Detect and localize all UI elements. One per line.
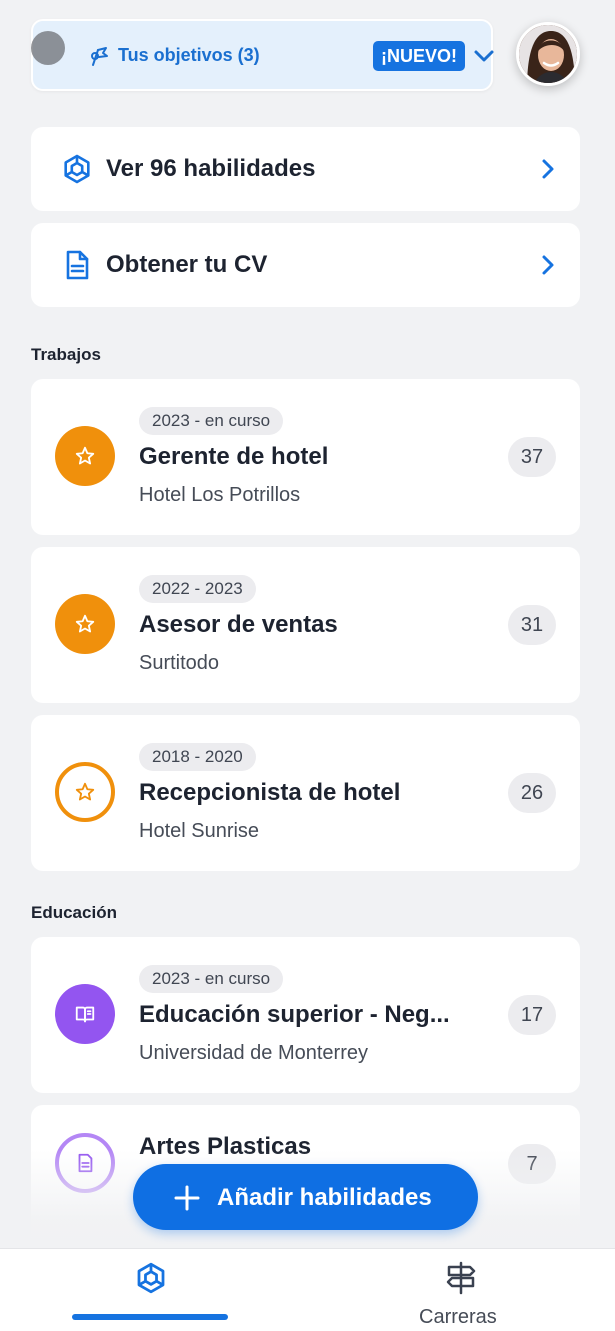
star-icon — [75, 446, 95, 465]
add-skills-button[interactable]: Añadir habilidades — [133, 1164, 478, 1230]
goals-banner[interactable]: Tus objetivos (3) ¡NUEVO! — [31, 19, 495, 91]
period-badge: 2023 - en curso — [139, 965, 284, 993]
job-badge — [55, 594, 115, 654]
active-tab-indicator — [72, 1314, 228, 1320]
skill-count: 17 — [508, 995, 556, 1035]
chevron-right-icon — [542, 159, 554, 179]
view-skills-label: Ver 96 habilidades — [106, 155, 316, 182]
job-badge — [55, 426, 115, 486]
chevron-right-icon — [542, 255, 554, 275]
period-badge: 2022 - 2023 — [139, 575, 256, 603]
add-skills-label: Añadir habilidades — [217, 1184, 432, 1211]
chevron-down-icon[interactable] — [473, 47, 495, 65]
job-card[interactable]: 2023 - en curso Gerente de hotel Hotel L… — [31, 379, 580, 535]
skill-count: 26 — [508, 773, 556, 813]
skill-count: 37 — [508, 437, 556, 477]
education-card[interactable]: 2023 - en curso Educación superior - Neg… — [31, 937, 580, 1093]
education-section-title: Educación — [31, 903, 117, 922]
job-card[interactable]: 2022 - 2023 Asesor de ventas Surtitodo 3… — [31, 547, 580, 703]
hexagon-skills-icon — [64, 154, 90, 184]
bottom-navigation: Carreras — [0, 1248, 615, 1331]
job-title: Recepcionista de hotel — [139, 779, 401, 806]
job-card[interactable]: 2018 - 2020 Recepcionista de hotel Hotel… — [31, 715, 580, 871]
education-badge — [55, 984, 115, 1044]
star-icon — [75, 782, 95, 801]
target-flag-icon — [91, 47, 108, 66]
get-cv-card[interactable]: Obtener tu CV — [31, 223, 580, 307]
jobs-section-title: Trabajos — [31, 345, 101, 364]
nav-careers-label[interactable]: Carreras — [419, 1306, 497, 1329]
avatar-portrait — [519, 25, 577, 83]
view-skills-card[interactable]: Ver 96 habilidades — [31, 127, 580, 211]
plus-icon — [174, 1185, 200, 1211]
star-icon — [75, 614, 95, 633]
book-icon — [75, 1006, 95, 1023]
institution-name: Universidad de Monterrey — [139, 1042, 368, 1064]
get-cv-label: Obtener tu CV — [106, 251, 268, 278]
employer-name: Hotel Sunrise — [139, 820, 260, 842]
period-badge: 2023 - en curso — [139, 407, 284, 435]
goals-label: Tus objetivos (3) — [118, 45, 260, 65]
education-title: Educación superior - Neg... — [139, 1001, 450, 1028]
job-title: Gerente de hotel — [139, 443, 329, 470]
document-icon — [66, 250, 89, 280]
touch-indicator — [31, 31, 65, 65]
period-badge: 2018 - 2020 — [139, 743, 256, 771]
signpost-icon[interactable] — [443, 1261, 479, 1295]
new-badge: ¡NUEVO! — [373, 41, 465, 71]
job-badge — [55, 762, 115, 822]
skill-count: 31 — [508, 605, 556, 645]
user-avatar[interactable] — [516, 22, 580, 86]
employer-name: Surtitodo — [139, 652, 220, 674]
job-title: Asesor de ventas — [139, 611, 338, 638]
employer-name: Hotel Los Potrillos — [139, 484, 301, 506]
hexagon-skills-icon[interactable] — [134, 1261, 168, 1295]
